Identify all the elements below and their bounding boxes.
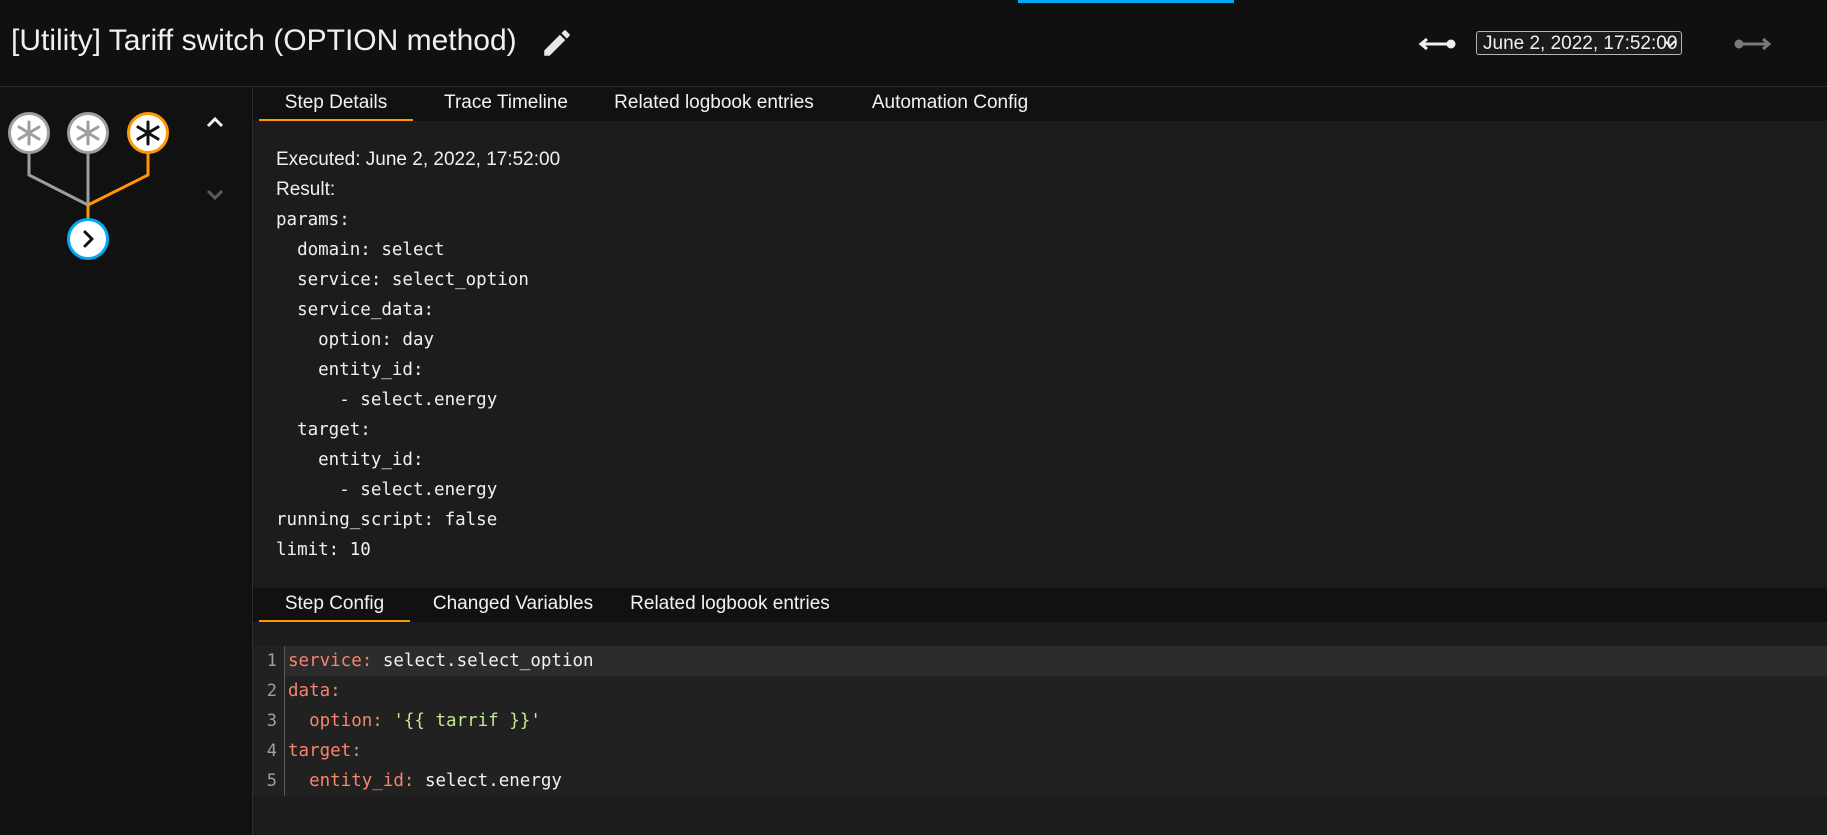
chevron-down-icon[interactable]	[203, 186, 227, 204]
tab-related-logbook[interactable]: Related logbook entries	[603, 87, 825, 119]
app-header: [Utility] Tariff switch (OPTION method) …	[0, 0, 1827, 87]
trigger-node-3-active[interactable]	[127, 112, 169, 154]
result-yaml-line: entity_id:	[276, 450, 424, 470]
yaml-key: entity_id:	[288, 771, 415, 791]
trigger-icon	[136, 120, 160, 146]
code-line: target:	[285, 736, 1827, 766]
next-run-icon[interactable]	[1732, 30, 1772, 58]
run-select[interactable]: June 2, 2022, 17:52:00	[1476, 31, 1682, 55]
result-yaml-line: service_data:	[276, 300, 435, 320]
tab-step-details[interactable]: Step Details	[259, 87, 413, 121]
yaml-value: select.energy	[414, 771, 562, 791]
code-line: option: '{{ tarrif }}'	[285, 706, 1827, 736]
result-yaml-line: limit: 10	[276, 540, 371, 560]
trace-graph	[0, 87, 253, 835]
active-indicator-bar	[1018, 0, 1234, 3]
line-number: 2	[266, 681, 277, 701]
action-icon	[83, 230, 94, 248]
code-line: entity_id: select.energy	[285, 766, 1827, 796]
yaml-key: option:	[288, 711, 383, 731]
executed-timestamp: Executed: June 2, 2022, 17:52:00	[276, 149, 561, 170]
result-yaml-line: target:	[276, 420, 371, 440]
code-line: service: select.select_option	[285, 646, 1827, 676]
result-yaml-line: - select.energy	[276, 390, 498, 410]
tab-step-config[interactable]: Step Config	[259, 588, 410, 622]
yaml-string-value: '{{ tarrif }}'	[382, 711, 541, 731]
chevron-down-icon	[1664, 40, 1676, 48]
yaml-key: data:	[288, 681, 341, 701]
trace-detail-panel: Step Details Trace Timeline Related logb…	[253, 87, 1827, 835]
line-number: 4	[266, 741, 277, 761]
yaml-key: service:	[288, 651, 373, 671]
step-tabs: Step Config Changed Variables Related lo…	[253, 588, 1827, 622]
result-yaml-line: option: day	[276, 330, 435, 350]
step-config-editor[interactable]: 1 2 3 4 5 service: select.select_option …	[253, 646, 1827, 796]
tab-step-related-logbook[interactable]: Related logbook entries	[619, 588, 841, 620]
trigger-node-1[interactable]	[8, 112, 50, 154]
previous-run-icon[interactable]	[1418, 30, 1458, 58]
tab-trace-timeline[interactable]: Trace Timeline	[431, 87, 581, 119]
trigger-icon	[17, 120, 41, 146]
action-node[interactable]	[67, 218, 109, 260]
edit-icon[interactable]	[540, 26, 574, 60]
line-number-gutter: 1 2 3 4 5	[253, 646, 285, 796]
result-yaml-line: service: select_option	[276, 270, 529, 290]
yaml-value: select.select_option	[372, 651, 594, 671]
tab-automation-config[interactable]: Automation Config	[847, 87, 1053, 119]
result-yaml-line: running_script: false	[276, 510, 498, 530]
code-lines: service: select.select_option data: opti…	[285, 646, 1827, 796]
chevron-up-icon[interactable]	[203, 113, 227, 131]
trigger-node-2[interactable]	[67, 112, 109, 154]
line-number: 1	[266, 651, 277, 671]
result-yaml-line: domain: select	[276, 240, 445, 260]
detail-tabs: Step Details Trace Timeline Related logb…	[253, 87, 1827, 121]
code-line: data:	[285, 676, 1827, 706]
page-title: [Utility] Tariff switch (OPTION method)	[11, 24, 517, 57]
result-yaml-line: entity_id:	[276, 360, 424, 380]
line-number: 5	[266, 771, 277, 791]
run-select-value: June 2, 2022, 17:52:00	[1483, 33, 1678, 54]
trigger-icon	[76, 120, 100, 146]
result-label: Result:	[276, 179, 336, 200]
result-yaml-line: params:	[276, 210, 350, 230]
yaml-key: target:	[288, 741, 362, 761]
result-yaml-line: - select.energy	[276, 480, 498, 500]
tab-changed-variables[interactable]: Changed Variables	[429, 588, 597, 620]
line-number: 3	[266, 711, 277, 731]
step-details-content: Executed: June 2, 2022, 17:52:00 Result:…	[276, 145, 560, 565]
